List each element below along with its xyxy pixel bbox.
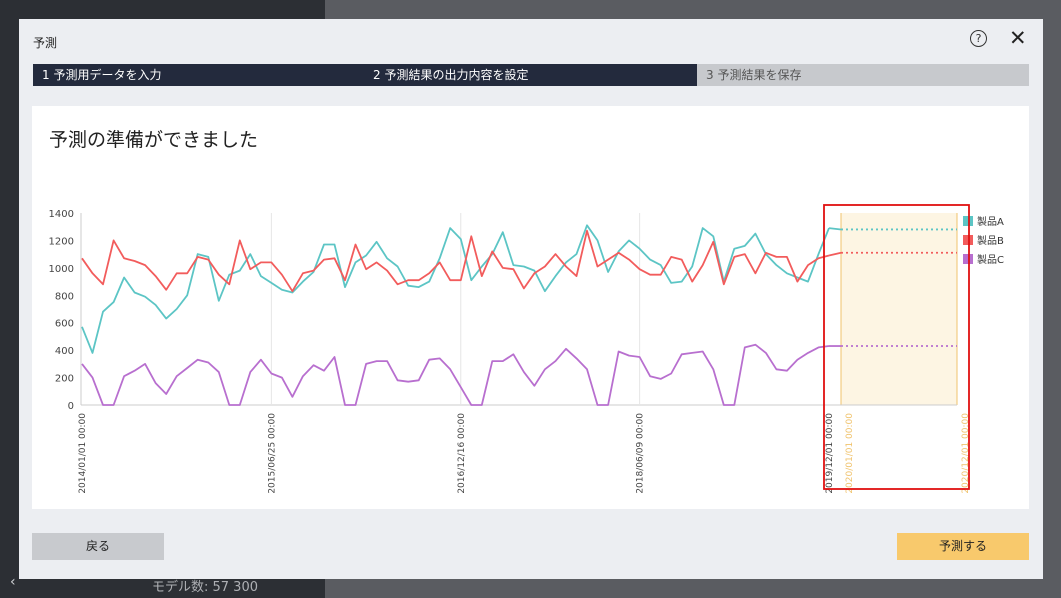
step-1-input-data[interactable]: 1 予測用データを入力 xyxy=(33,64,375,86)
step-2-output-settings[interactable]: 2 予測結果の出力内容を設定 xyxy=(364,64,707,86)
legend-label-productB: 製品B xyxy=(977,234,1004,247)
forecast-dialog: 予測 ? ✕ 1 予測用データを入力 2 予測結果の出力内容を設定 3 予測結果… xyxy=(19,19,1043,579)
run-forecast-button[interactable]: 予測する xyxy=(897,533,1029,560)
y-tick-label: 400 xyxy=(55,346,74,357)
series-line-productC xyxy=(81,343,830,406)
forecast-region xyxy=(841,213,957,405)
series-line-productA xyxy=(81,224,830,354)
y-tick-label: 800 xyxy=(55,291,74,302)
step-3-save-results: 3 予測結果を保存 xyxy=(697,64,1029,86)
page-title: 予測の準備ができました xyxy=(49,129,259,151)
legend-swatch-productC xyxy=(963,254,973,264)
legend-swatch-productA xyxy=(963,216,973,226)
y-tick-label: 1000 xyxy=(49,264,74,275)
content-panel: 予測の準備ができました 0 200 400 600 800 1000 1200 1400 201… xyxy=(32,106,1029,509)
x-tick-label: 2014/01/01 00:00 xyxy=(78,413,88,494)
x-tick-label: 2018/06/09 00:00 xyxy=(636,413,646,494)
y-tick-label: 1400 xyxy=(49,209,74,220)
series-connector-productB xyxy=(828,251,842,257)
back-button[interactable]: 戻る xyxy=(32,533,164,560)
legend-label-productA: 製品A xyxy=(977,215,1004,228)
close-icon[interactable]: ✕ xyxy=(1009,26,1027,50)
forecast-chart: 0 200 400 600 800 1000 1200 1400 2014/01/01 00:0… xyxy=(49,204,1004,494)
legend-swatch-productB xyxy=(963,235,973,245)
x-tick-label: 2016/12/16 00:00 xyxy=(457,413,467,494)
y-tick-label: 0 xyxy=(68,401,74,412)
y-tick-label: 200 xyxy=(55,374,74,385)
y-tick-label: 1200 xyxy=(49,236,74,247)
series-line-productB xyxy=(81,229,830,293)
y-tick-label: 600 xyxy=(55,319,74,330)
series-connector-productA xyxy=(828,227,842,231)
dialog-title: 予測 xyxy=(33,36,58,50)
help-icon[interactable]: ? xyxy=(970,30,987,47)
x-tick-label: 2015/06/25 00:00 xyxy=(267,413,277,494)
collapse-sidebar-icon[interactable]: ‹ xyxy=(10,574,16,590)
legend-label-productC: 製品C xyxy=(977,253,1004,266)
forecast-tick-label: 2020/01/01 00:00 xyxy=(845,413,855,494)
x-tick-label: 2019/12/01 00:00 xyxy=(825,413,835,494)
